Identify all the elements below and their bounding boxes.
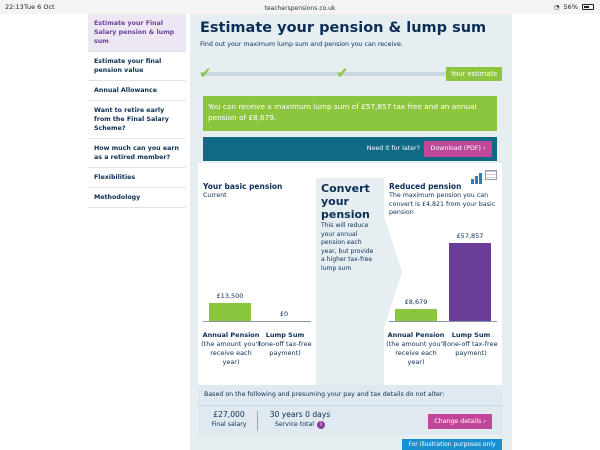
reduced-pension-bar bbox=[395, 309, 437, 321]
bar-chart-view-icon[interactable] bbox=[471, 169, 483, 188]
service-total-value: 30 years 0 days bbox=[269, 410, 331, 419]
pension-axis-title: Annual Pension bbox=[202, 331, 260, 339]
basic-lump-value: £0 bbox=[279, 310, 289, 318]
basic-pension-axis-label: Annual Pension (the amount you'll receiv… bbox=[201, 331, 261, 367]
info-icon[interactable]: i bbox=[316, 421, 325, 429]
reduced-lump-value: £57,857 bbox=[456, 232, 484, 240]
progress-track bbox=[202, 72, 446, 76]
pension-axis-title: Annual Pension bbox=[387, 331, 445, 339]
sidebar-item-estimate-pension-lump-sum[interactable]: Estimate your Final Salary pension & lum… bbox=[88, 14, 186, 52]
step-2-check-icon[interactable]: ✔ bbox=[336, 64, 349, 82]
sidebar-item-retire-early[interactable]: Want to retire early from the Final Sala… bbox=[88, 101, 186, 139]
sidebar-item-estimate-final-pension[interactable]: Estimate your final pension value bbox=[88, 52, 186, 81]
download-pdf-button[interactable]: Download (PDF) › bbox=[424, 141, 492, 157]
stat-divider bbox=[257, 411, 258, 431]
reduced-pension-heading: Reduced pension bbox=[389, 182, 462, 191]
page-title: Estimate your pension & lump sum bbox=[200, 20, 487, 36]
reduced-pension-value: £8,679 bbox=[404, 298, 428, 306]
need-it-label: Need it for later? bbox=[366, 145, 420, 152]
basic-pension-value: £13,500 bbox=[216, 292, 244, 300]
sidebar-nav: Estimate your Final Salary pension & lum… bbox=[88, 14, 186, 208]
lump-axis-title: Lump Sum bbox=[451, 331, 491, 339]
service-total-label: Service total bbox=[275, 421, 314, 428]
details-divider bbox=[198, 405, 502, 406]
result-banner: You can receive a maximum lump sum of £5… bbox=[203, 96, 497, 131]
reduced-lump-axis-label: Lump Sum (one-off tax-free payment) bbox=[443, 331, 499, 358]
details-intro: Based on the following and presuming you… bbox=[204, 391, 445, 398]
basic-pension-sub: Current bbox=[203, 192, 227, 199]
address-url[interactable]: teacherspensions.co.uk bbox=[0, 5, 600, 12]
lump-axis-title: Lump Sum bbox=[265, 331, 305, 339]
details-panel: Based on the following and presuming you… bbox=[198, 385, 502, 435]
reduced-lump-bar bbox=[449, 243, 491, 321]
reduced-pension-sub: The maximum pension you can convert is £… bbox=[389, 192, 496, 216]
download-bar: Need it for later? Download (PDF) › bbox=[203, 137, 497, 161]
final-salary-label: Final salary bbox=[211, 421, 247, 428]
status-bar: 22:13 Tue 6 Oct teacherspensions.co.uk ◔… bbox=[0, 0, 600, 14]
basic-lump-axis-label: Lump Sum (one-off tax-free payment) bbox=[257, 331, 313, 358]
final-salary-value: £27,000 bbox=[213, 410, 245, 419]
battery-icon bbox=[582, 4, 594, 10]
illustration-badge: For illustration purposes only bbox=[402, 439, 502, 450]
convert-heading: Convert your pension bbox=[321, 182, 370, 221]
service-total-stat: 30 years 0 days Service total i bbox=[260, 410, 340, 429]
sidebar-item-flexibilities[interactable]: Flexibilities bbox=[88, 168, 186, 188]
page-subtitle: Find out your maximum lump sum and pensi… bbox=[200, 41, 403, 48]
reduced-pension-axis-label: Annual Pension (the amount you'll receiv… bbox=[386, 331, 446, 367]
sidebar-item-methodology[interactable]: Methodology bbox=[88, 188, 186, 208]
pension-axis-desc: (the amount you'll receive each year) bbox=[386, 340, 446, 366]
sidebar-item-annual-allowance[interactable]: Annual Allowance bbox=[88, 81, 186, 101]
step-estimate-badge: Your estimate bbox=[446, 67, 502, 81]
basic-pension-bar bbox=[209, 303, 251, 321]
basic-pension-heading: Your basic pension bbox=[203, 182, 283, 191]
change-details-button[interactable]: Change details › bbox=[428, 414, 492, 429]
battery-percent: 56% bbox=[563, 3, 578, 11]
basic-baseline bbox=[203, 321, 311, 322]
step-1-check-icon[interactable]: ✔ bbox=[199, 64, 212, 82]
table-view-icon[interactable] bbox=[485, 170, 497, 180]
lump-axis-desc: (one-off tax-free payment) bbox=[444, 340, 498, 357]
reduced-baseline bbox=[389, 321, 497, 322]
sidebar-item-earn-retired[interactable]: How much can you earn as a retired membe… bbox=[88, 139, 186, 168]
lump-axis-desc: (one-off tax-free payment) bbox=[258, 340, 312, 357]
wifi-icon: ◔ bbox=[553, 3, 560, 11]
convert-panel: Convert your pension This will reduce yo… bbox=[316, 178, 384, 385]
pension-axis-desc: (the amount you'll receive each year) bbox=[201, 340, 261, 366]
convert-text: This will reduce your annual pension eac… bbox=[321, 222, 374, 272]
final-salary-stat: £27,000 Final salary bbox=[204, 410, 254, 428]
